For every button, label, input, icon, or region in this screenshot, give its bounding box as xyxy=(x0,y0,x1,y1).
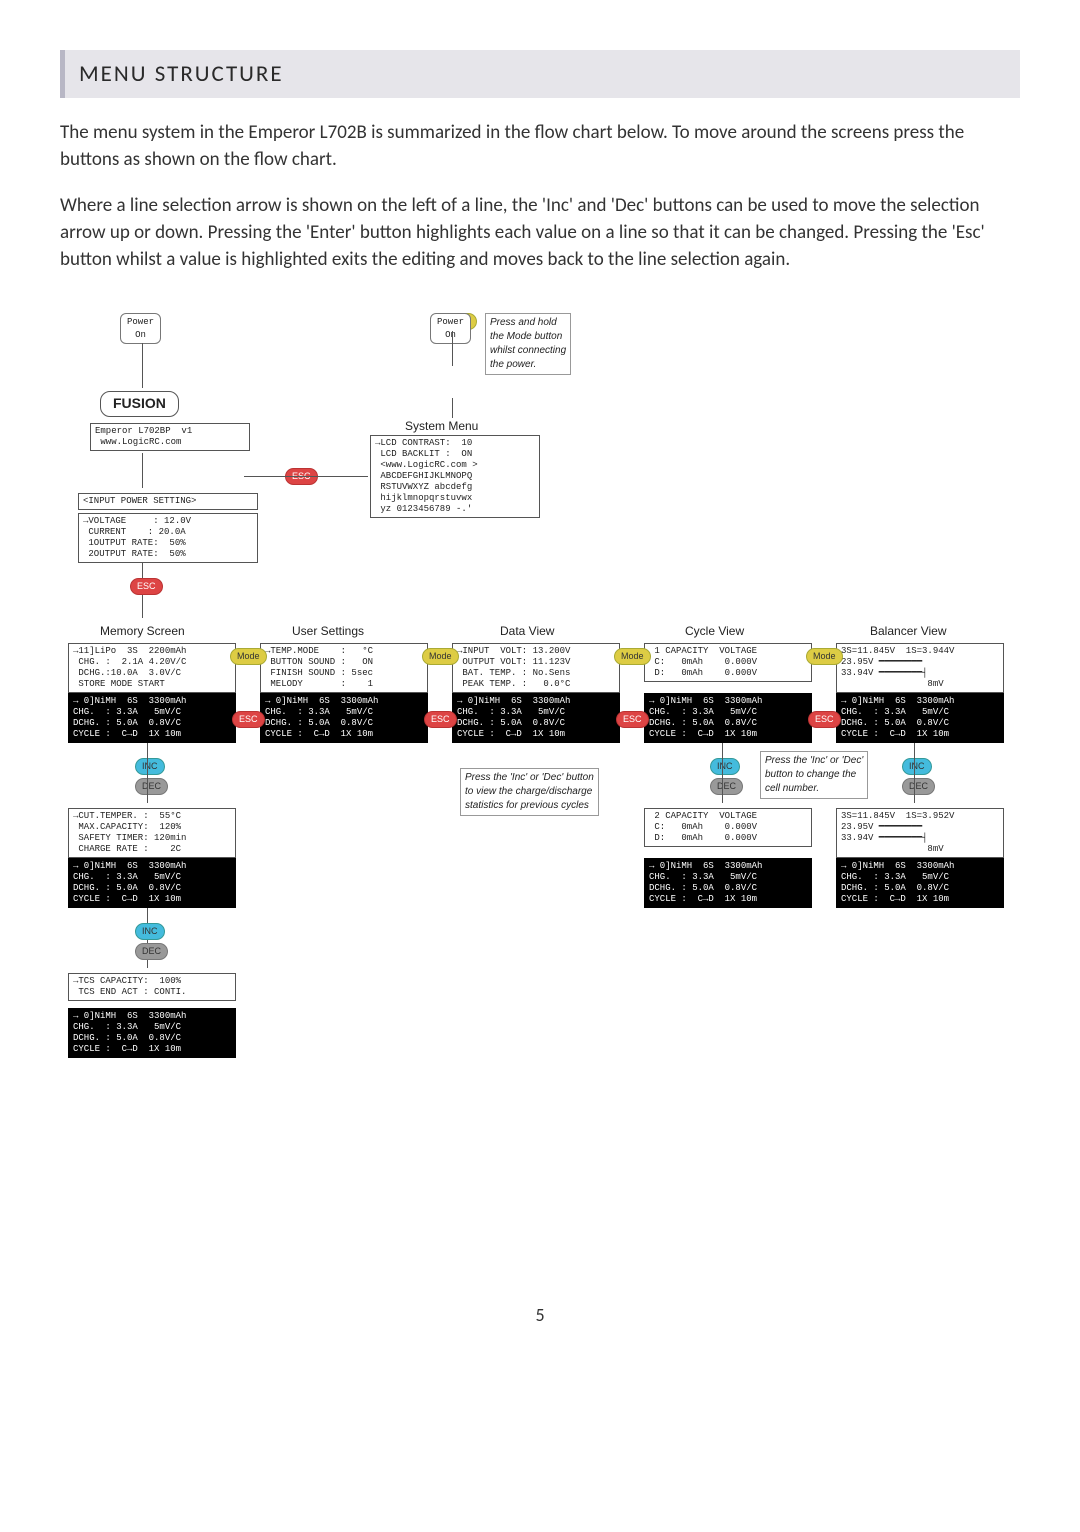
memory-screen: →11]LiPo 3S 2200mAh CHG. : 2.1A 4.20V/C … xyxy=(68,643,236,693)
fusion-logo: FUSION xyxy=(100,391,179,417)
arrow xyxy=(147,743,148,803)
balancer-view-2: 3S=11.845V 1S=3.952V23.95V ━━━━━━━━33.94… xyxy=(836,808,1004,858)
balancer-view-1: 3S=11.845V 1S=3.944V23.95V ━━━━━━━━33.94… xyxy=(836,643,1004,693)
esc-button: ESC xyxy=(616,711,649,728)
arrow xyxy=(452,331,453,366)
inc-button: INC xyxy=(902,758,932,775)
mode-button: Mode xyxy=(230,648,267,665)
arrow xyxy=(914,743,915,803)
cycle-view-1: 1 CAPACITY VOLTAGE C: 0mAh 0.000V D: 0mA… xyxy=(644,643,812,682)
emperor-screen: Emperor L702BP v1 www.LogicRC.com xyxy=(90,423,250,451)
esc-button: ESC xyxy=(232,711,265,728)
user-settings-label: User Settings xyxy=(292,623,364,640)
balancer-view-label: Balancer View xyxy=(870,623,947,640)
hold-mode-note: Press and holdthe Mode buttonwhilst conn… xyxy=(485,313,571,375)
arrow xyxy=(244,476,368,477)
memory-screen-label: Memory Screen xyxy=(100,623,185,640)
cycle-view-label: Cycle View xyxy=(685,623,744,640)
section-heading: MENU STRUCTURE xyxy=(60,50,1020,98)
flow-chart: PowerOn Mode Press and holdthe Mode butt… xyxy=(60,313,1020,1163)
status-bar-4: → 0]NiMH 6S 3300mAhCHG. : 3.3A 5mV/CDCHG… xyxy=(644,693,812,743)
status-bar-7: → 0]NiMH 6S 3300mAhCHG. : 3.3A 5mV/CDCHG… xyxy=(644,858,812,908)
mode-button: Mode xyxy=(806,648,843,665)
system-menu-label: System Menu xyxy=(405,418,478,435)
inc-button: INC xyxy=(135,758,165,775)
mode-button: Mode xyxy=(614,648,651,665)
mode-button: Mode xyxy=(422,648,459,665)
status-bar-6: → 0]NiMH 6S 3300mAhCHG. : 3.3A 5mV/CDCHG… xyxy=(68,858,236,908)
cycle-note: Press the 'Inc' or 'Dec' buttonto view t… xyxy=(460,768,599,816)
paragraph-2: Where a line selection arrow is shown on… xyxy=(60,193,1020,273)
status-bar-2: → 0]NiMH 6S 3300mAhCHG. : 3.3A 5mV/CDCHG… xyxy=(260,693,428,743)
status-bar-5: → 0]NiMH 6S 3300mAhCHG. : 3.3A 5mV/CDCHG… xyxy=(836,693,1004,743)
arrow xyxy=(142,453,143,488)
status-bar-8: → 0]NiMH 6S 3300mAhCHG. : 3.3A 5mV/CDCHG… xyxy=(836,858,1004,908)
arrow xyxy=(142,343,143,388)
power-on-box: PowerOn xyxy=(120,313,161,344)
input-power-screen: →VOLTAGE : 12.0V CURRENT : 20.0A 1OUTPUT… xyxy=(78,513,258,563)
page-number: 5 xyxy=(60,1303,1020,1328)
paragraph-1: The menu system in the Emperor L702B is … xyxy=(60,120,1020,173)
status-bar-3: → 0]NiMH 6S 3300mAhCHG. : 3.3A 5mV/CDCHG… xyxy=(452,693,620,743)
arrow xyxy=(722,743,723,803)
inc-button: INC xyxy=(135,923,165,940)
dec-button: DEC xyxy=(135,778,168,795)
data-view-screen: →INPUT VOLT: 13.200V OUTPUT VOLT: 11.123… xyxy=(452,643,620,693)
esc-button: ESC xyxy=(130,578,163,595)
status-bar-9: → 0]NiMH 6S 3300mAhCHG. : 3.3A 5mV/CDCHG… xyxy=(68,1008,236,1058)
esc-button: ESC xyxy=(424,711,457,728)
arrow xyxy=(452,398,453,418)
inc-button: INC xyxy=(710,758,740,775)
esc-button: ESC xyxy=(808,711,841,728)
cycle-view-2: 2 CAPACITY VOLTAGE C: 0mAh 0.000V D: 0mA… xyxy=(644,808,812,847)
balancer-note: Press the 'Inc' or 'Dec'button to change… xyxy=(760,751,868,799)
dec-button: DEC xyxy=(902,778,935,795)
input-power-title: <INPUT POWER SETTING> xyxy=(78,493,258,510)
power-on-box-2: PowerOn xyxy=(430,313,471,344)
status-bar-1: → 0]NiMH 6S 3300mAhCHG. : 3.3A 5mV/CDCHG… xyxy=(68,693,236,743)
data-view-label: Data View xyxy=(500,623,554,640)
dec-button: DEC xyxy=(710,778,743,795)
user-settings-3: →TCS CAPACITY: 100% TCS END ACT : CONTI. xyxy=(68,973,236,1001)
user-settings-2: →CUT.TEMPER. : 55°C MAX.CAPACITY: 120% S… xyxy=(68,808,236,858)
system-menu-screen: →LCD CONTRAST: 10 LCD BACKLIT : ON <www.… xyxy=(370,435,540,518)
user-settings-1: →TEMP.MODE : °C BUTTON SOUND : ON FINISH… xyxy=(260,643,428,693)
dec-button: DEC xyxy=(135,943,168,960)
